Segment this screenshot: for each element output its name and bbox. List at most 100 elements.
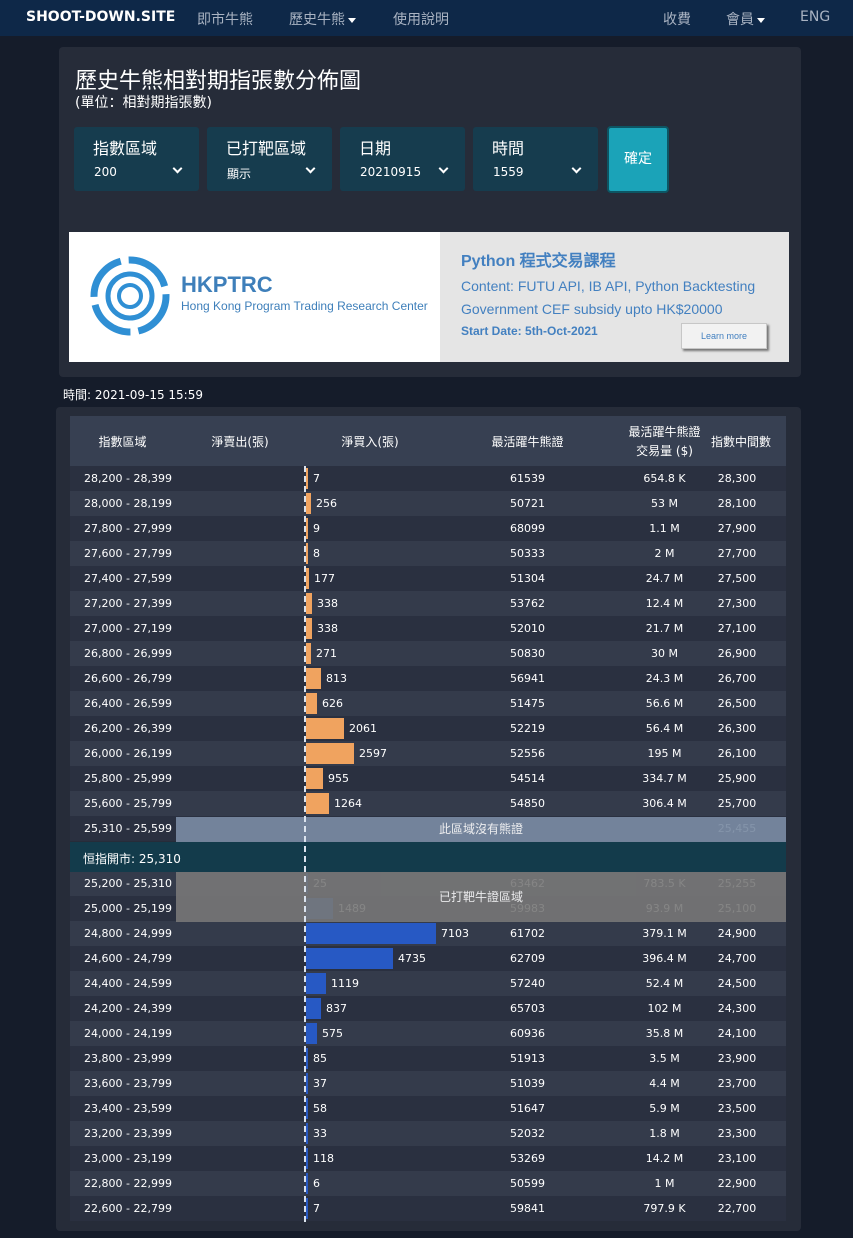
- table-row: 26,800 - 26,999 50830 30 M 26,900 271: [70, 641, 786, 666]
- net-buy-label: 955: [328, 772, 349, 785]
- net-buy-bar: [306, 793, 329, 814]
- net-buy-bar: [306, 1123, 308, 1144]
- select-index-zone[interactable]: 指數區域 200: [74, 127, 199, 191]
- ad-info-area: Python 程式交易課程 Content: FUTU API, IB API,…: [440, 232, 789, 362]
- zone-cell: 28,000 - 28,199: [84, 497, 172, 510]
- net-buy-bar: [306, 643, 311, 664]
- table-row: 25,600 - 25,799 54850 306.4 M 25,700 1264: [70, 791, 786, 816]
- net-buy-bar: [306, 568, 309, 589]
- net-buy-bar: [306, 543, 308, 564]
- net-buy-label: 6: [313, 1177, 320, 1190]
- brand-link[interactable]: SHOOT-DOWN.SITE: [26, 9, 175, 25]
- net-buy-label: 33: [313, 1127, 327, 1140]
- index-mid-cell: 24,700: [717, 952, 757, 965]
- net-buy-bar: [306, 718, 344, 739]
- ad-brand-full-name: Hong Kong Program Trading Research Cente…: [181, 299, 428, 313]
- nav-language[interactable]: ENG: [800, 9, 830, 25]
- index-mid-cell: 22,900: [717, 1177, 757, 1190]
- zone-cell: 24,800 - 24,999: [84, 927, 172, 940]
- active-cbbc-cell: 50599: [510, 1177, 545, 1190]
- table-row: 23,400 - 23,599 51647 5.9 M 23,500 58: [70, 1096, 786, 1121]
- net-buy-bar: [306, 1148, 308, 1169]
- net-buy-bar: [306, 973, 326, 994]
- net-buy-bar: [306, 768, 323, 789]
- net-buy-bar: [306, 948, 393, 969]
- active-cbbc-cell: 51039: [510, 1077, 545, 1090]
- net-buy-label: 271: [316, 647, 337, 660]
- active-cbbc-cell: 50333: [510, 547, 545, 560]
- select-time[interactable]: 時間 1559: [473, 127, 598, 191]
- zone-cell: 28,200 - 28,399: [84, 472, 172, 485]
- table-row: 23,800 - 23,999 51913 3.5 M 23,900 85: [70, 1046, 786, 1071]
- table-row: 27,800 - 27,999 68099 1.1 M 27,900 9: [70, 516, 786, 541]
- learn-more-button[interactable]: Learn more: [681, 323, 767, 349]
- select-label: 已打靶區域: [226, 139, 307, 158]
- zone-cell: 22,800 - 22,999: [84, 1177, 172, 1190]
- index-mid-cell: 23,500: [717, 1102, 757, 1115]
- select-hit-zone[interactable]: 已打靶區域 顯示: [207, 127, 332, 191]
- ad-banner[interactable]: HKPTRC Hong Kong Program Trading Researc…: [69, 232, 789, 362]
- net-buy-label: 2061: [349, 722, 377, 735]
- net-buy-bar: [306, 618, 312, 639]
- net-buy-bar: [306, 743, 354, 764]
- index-mid-cell: 23,300: [717, 1127, 757, 1140]
- table-row: 22,600 - 22,799 59841 797.9 K 22,700 7: [70, 1196, 786, 1221]
- select-date[interactable]: 日期 20210915: [340, 127, 465, 191]
- page-title: 歷史牛熊相對期指張數分佈圖: [75, 69, 362, 94]
- table-row: 23,600 - 23,799 51039 4.4 M 23,700 37: [70, 1071, 786, 1096]
- active-cbbc-cell: 61702: [510, 927, 545, 940]
- table-row: 28,000 - 28,199 50721 53 M 28,100 256: [70, 491, 786, 516]
- table-row: 27,400 - 27,599 51304 24.7 M 27,500 177: [70, 566, 786, 591]
- select-value: 1559: [493, 165, 524, 179]
- active-cbbc-cell: 52032: [510, 1127, 545, 1140]
- chevron-down-icon: [305, 163, 316, 174]
- zone-cell: 24,200 - 24,399: [84, 1002, 172, 1015]
- table-row: 24,000 - 24,199 60936 35.8 M 24,100 575: [70, 1021, 786, 1046]
- active-cbbc-cell: 52219: [510, 722, 545, 735]
- no-bear-overlay: 此區域沒有熊證: [176, 817, 786, 842]
- index-mid-cell: 24,100: [717, 1027, 757, 1040]
- chevron-down-icon: [571, 163, 582, 174]
- chevron-down-icon: [348, 17, 356, 23]
- table-row: 24,800 - 24,999 61702 379.1 M 24,900 7103: [70, 921, 786, 946]
- nav-help[interactable]: 使用說明: [393, 9, 449, 29]
- filter-panel: 歷史牛熊相對期指張數分佈圖 (單位：相對期指張數) 指數區域 200 已打靶區域…: [59, 47, 801, 377]
- net-buy-label: 7: [313, 472, 320, 485]
- select-value: 顯示: [227, 167, 252, 181]
- zone-cell: 27,200 - 27,399: [84, 597, 172, 610]
- net-buy-label: 8: [313, 547, 320, 560]
- index-mid-cell: 28,100: [717, 497, 757, 510]
- net-buy-bar: [306, 1098, 308, 1119]
- index-mid-cell: 23,900: [717, 1052, 757, 1065]
- hkptrc-logo-icon: [90, 256, 170, 336]
- net-buy-label: 7: [313, 1202, 320, 1215]
- select-value: 20210915: [360, 165, 422, 179]
- active-cbbc-cell: 51913: [510, 1052, 545, 1065]
- net-buy-bar: [306, 1023, 317, 1044]
- nav-history-cbbc[interactable]: 歷史牛熊: [289, 9, 356, 29]
- index-mid-cell: 25,900: [717, 772, 757, 785]
- index-mid-cell: 24,300: [717, 1002, 757, 1015]
- active-cbbc-cell: 51647: [510, 1102, 545, 1115]
- confirm-button[interactable]: 確定: [607, 126, 669, 193]
- table-row: 24,400 - 24,599 57240 52.4 M 24,500 1119: [70, 971, 786, 996]
- net-buy-label: 626: [322, 697, 343, 710]
- net-buy-label: 1264: [334, 797, 362, 810]
- zone-cell: 27,600 - 27,799: [84, 547, 172, 560]
- table-row: 28,200 - 28,399 61539 654.8 K 28,300 7: [70, 466, 786, 491]
- nav-live-cbbc[interactable]: 即市牛熊: [197, 9, 253, 29]
- table-row: 26,000 - 26,199 52556 195 M 26,100 2597: [70, 741, 786, 766]
- net-buy-label: 7103: [441, 927, 469, 940]
- net-buy-bar: [306, 1173, 308, 1194]
- nav-pricing[interactable]: 收費: [663, 9, 691, 29]
- zone-cell: 25,800 - 25,999: [84, 772, 172, 785]
- net-buy-label: 9: [313, 522, 320, 535]
- zero-axis-line: [304, 466, 306, 1222]
- net-buy-label: 37: [313, 1077, 327, 1090]
- active-cbbc-cell: 61539: [510, 472, 545, 485]
- nav-member[interactable]: 會員: [726, 9, 765, 29]
- index-mid-cell: 27,300: [717, 597, 757, 610]
- net-buy-label: 1119: [331, 977, 359, 990]
- zone-cell: 25,200 - 25,310: [84, 877, 172, 890]
- index-mid-cell: 27,700: [717, 547, 757, 560]
